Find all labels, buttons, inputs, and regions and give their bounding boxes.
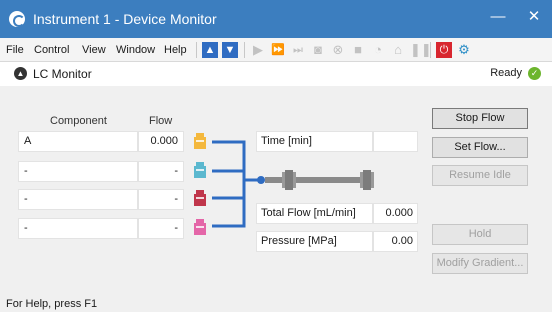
run-batch-icon[interactable]: ⏩ bbox=[270, 42, 286, 58]
flow-cell: - bbox=[138, 189, 184, 210]
component-cell: - bbox=[18, 218, 138, 239]
close-button[interactable]: ✕ bbox=[522, 6, 546, 28]
column-inlet-tube bbox=[265, 177, 283, 183]
modify-gradient-button[interactable]: Modify Gradient... bbox=[432, 253, 528, 274]
power-icon[interactable]: ⏻ bbox=[436, 42, 452, 58]
flow-lines bbox=[212, 140, 260, 228]
panel-header: ▲ LC Monitor Ready ✓ bbox=[0, 62, 552, 86]
column-icon bbox=[265, 170, 374, 190]
component-header: Component bbox=[50, 115, 107, 127]
status-bar-text: For Help, press F1 bbox=[6, 298, 98, 310]
minimize-button[interactable]: — bbox=[486, 6, 510, 28]
stop-flow-button[interactable]: Stop Flow bbox=[432, 108, 528, 129]
menu-bar: File Control View Window Help ▲ ▼ ▶ ⏩ ⏭ … bbox=[0, 38, 552, 62]
purge-icon[interactable]: ⌂ bbox=[390, 42, 406, 58]
title-bar: Instrument 1 - Device Monitor — ✕ bbox=[0, 0, 552, 38]
solvent-bottle-b-icon bbox=[194, 162, 206, 178]
window-title: Instrument 1 - Device Monitor bbox=[33, 11, 217, 27]
pressure-value: 0.00 bbox=[373, 231, 418, 252]
total-flow-label: Total Flow [mL/min] bbox=[256, 203, 373, 224]
equilibrate-icon[interactable]: ◔ bbox=[370, 42, 386, 58]
acquisition-icon[interactable]: ▲ bbox=[202, 42, 218, 58]
toolbar-separator bbox=[196, 42, 197, 58]
total-flow-value: 0.000 bbox=[373, 203, 418, 224]
solvent-bottle-c-icon bbox=[194, 190, 206, 206]
toolbar-separator bbox=[430, 42, 431, 58]
snapshot-icon[interactable]: ◙ bbox=[310, 42, 326, 58]
menu-window[interactable]: Window bbox=[116, 44, 155, 56]
pressure-label: Pressure [MPa] bbox=[256, 231, 373, 252]
method-icon[interactable]: ▼ bbox=[222, 42, 238, 58]
ready-check-icon: ✓ bbox=[528, 67, 541, 80]
menu-file[interactable]: File bbox=[6, 44, 24, 56]
component-cell: A bbox=[18, 131, 138, 152]
menu-view[interactable]: View bbox=[82, 44, 106, 56]
flow-cell: - bbox=[138, 161, 184, 182]
panel-title: LC Monitor bbox=[33, 67, 92, 81]
pause-icon[interactable]: ❚❚ bbox=[410, 42, 432, 58]
run-single-icon[interactable]: ⏭ bbox=[290, 42, 306, 58]
menu-help[interactable]: Help bbox=[164, 44, 187, 56]
solvent-bottle-d-icon bbox=[194, 219, 206, 235]
column-body bbox=[296, 177, 360, 183]
abort-icon[interactable]: ⊗ bbox=[330, 42, 346, 58]
flow-cell: 0.000 bbox=[138, 131, 184, 152]
solvent-bottle-a-icon bbox=[194, 133, 206, 149]
component-cell: - bbox=[18, 189, 138, 210]
status-bar: For Help, press F1 bbox=[0, 294, 552, 312]
instrument-settings-icon[interactable]: ⚙ bbox=[456, 42, 472, 58]
manifold-line bbox=[212, 140, 246, 228]
time-label: Time [min] bbox=[256, 131, 373, 152]
set-flow-button[interactable]: Set Flow... bbox=[432, 137, 528, 158]
flow-header: Flow bbox=[149, 115, 173, 127]
hold-button[interactable]: Hold bbox=[432, 224, 528, 245]
run-icon[interactable]: ▶ bbox=[250, 42, 266, 58]
flow-cell: - bbox=[138, 218, 184, 239]
menu-control[interactable]: Control bbox=[34, 44, 69, 56]
column-outlet-nut bbox=[363, 170, 371, 190]
time-value bbox=[373, 131, 418, 152]
resume-idle-button[interactable]: Resume Idle bbox=[432, 165, 528, 186]
toolbar-separator bbox=[244, 42, 245, 58]
stop-icon[interactable]: ■ bbox=[350, 42, 366, 58]
status-text: Ready bbox=[490, 67, 522, 79]
mixer-icon bbox=[257, 176, 265, 184]
app-icon bbox=[9, 11, 25, 27]
column-inlet-nut bbox=[285, 170, 293, 190]
collapse-icon[interactable]: ▲ bbox=[14, 67, 27, 80]
component-cell: - bbox=[18, 161, 138, 182]
